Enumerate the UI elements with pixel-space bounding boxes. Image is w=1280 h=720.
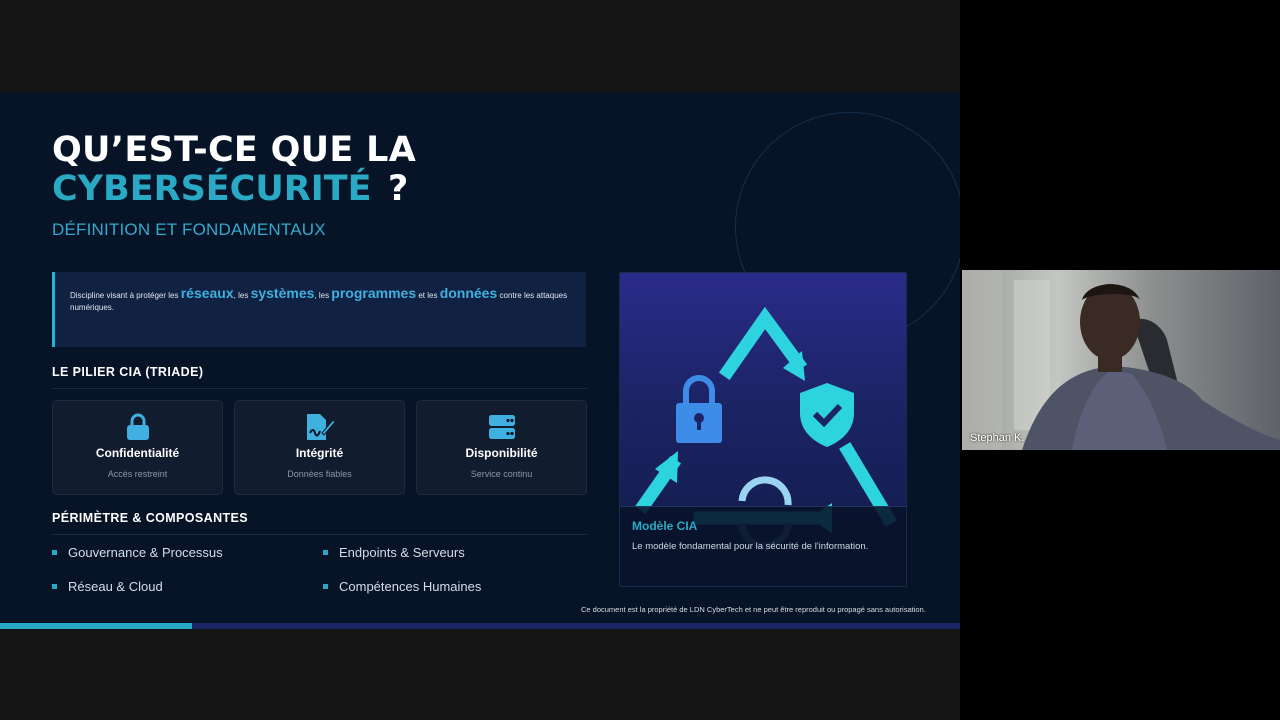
server-icon: [417, 413, 586, 441]
bullet-text: Gouvernance & Processus: [68, 545, 223, 560]
keyword-programs: programmes: [331, 285, 417, 301]
screen-share-area: QU’EST-CE QUE LA CYBERSÉCURITÉ ? DÉFINIT…: [0, 0, 960, 720]
bullet-text: Endpoints & Serveurs: [339, 545, 465, 560]
cia-pillar-heading: LE PILIER CIA (TRIADE): [52, 365, 204, 379]
card-confidentiality: Confidentialité Accès restreint: [52, 400, 223, 495]
slide-subtitle: DÉFINITION ET FONDAMENTAUX: [52, 220, 326, 239]
participant-video-feed: [962, 270, 1280, 450]
slide-title-line1: QU’EST-CE QUE LA: [52, 130, 417, 170]
card-availability: Disponibilité Service continu: [416, 400, 587, 495]
copyright-notice: Ce document est la propriété de LDN Cybe…: [581, 605, 926, 614]
card-description: Données fiables: [287, 469, 352, 479]
card-title: Intégrité: [295, 446, 344, 460]
cia-caption-title: Modèle CIA: [632, 519, 698, 533]
card-title: Confidentialité: [95, 446, 180, 460]
definition-text: Discipline visant à protéger les: [70, 291, 181, 300]
section-divider: [52, 388, 587, 389]
card-integrity: Intégrité Données fiables: [234, 400, 405, 495]
signed-document-icon: [235, 413, 404, 441]
participant-name-label: Stephan K.: [970, 432, 1025, 444]
scope-heading: PÉRIMÈTRE & COMPOSANTES: [52, 511, 249, 525]
cia-model-panel: Modèle CIA Le modèle fondamental pour la…: [619, 272, 907, 587]
slide-progress-fill: [0, 623, 192, 629]
bullet-item: Endpoints & Serveurs: [323, 545, 465, 560]
shield-check-icon: [800, 383, 854, 447]
slide-title-question-mark: ?: [388, 169, 409, 209]
definition-box: Discipline visant à protéger les réseaux…: [52, 272, 586, 347]
definition-text: , les: [233, 291, 251, 300]
bullet-text: Réseau & Cloud: [68, 579, 163, 594]
participant-video-tile[interactable]: Stephan K.: [962, 270, 1280, 450]
keyword-data: données: [439, 285, 498, 301]
bullet-marker: [52, 550, 57, 555]
lock-icon: [53, 413, 222, 441]
keyword-systems: systèmes: [250, 285, 315, 301]
bullet-item: Gouvernance & Processus: [52, 545, 223, 560]
slide-progress-bar: [0, 623, 960, 629]
card-description: Accès restreint: [107, 469, 168, 479]
bullet-text: Compétences Humaines: [339, 579, 482, 594]
bullet-marker: [323, 550, 328, 555]
cia-caption-text: Le modèle fondamental pour la sécurité d…: [632, 541, 869, 552]
card-title: Disponibilité: [465, 446, 538, 460]
keyword-networks: réseaux: [180, 285, 234, 301]
bullet-marker: [52, 584, 57, 589]
section-divider: [52, 534, 587, 535]
bullet-item: Compétences Humaines: [323, 579, 481, 594]
slide-title-line2: CYBERSÉCURITÉ: [52, 169, 372, 209]
definition-text: , les: [314, 291, 332, 300]
cia-caption: Modèle CIA Le modèle fondamental pour la…: [620, 506, 906, 586]
bullet-item: Réseau & Cloud: [52, 579, 163, 594]
bullet-marker: [323, 584, 328, 589]
lock-icon: [676, 375, 722, 443]
card-description: Service continu: [470, 469, 533, 479]
presentation-slide: QU’EST-CE QUE LA CYBERSÉCURITÉ ? DÉFINIT…: [0, 92, 960, 629]
definition-text: et les: [416, 291, 440, 300]
